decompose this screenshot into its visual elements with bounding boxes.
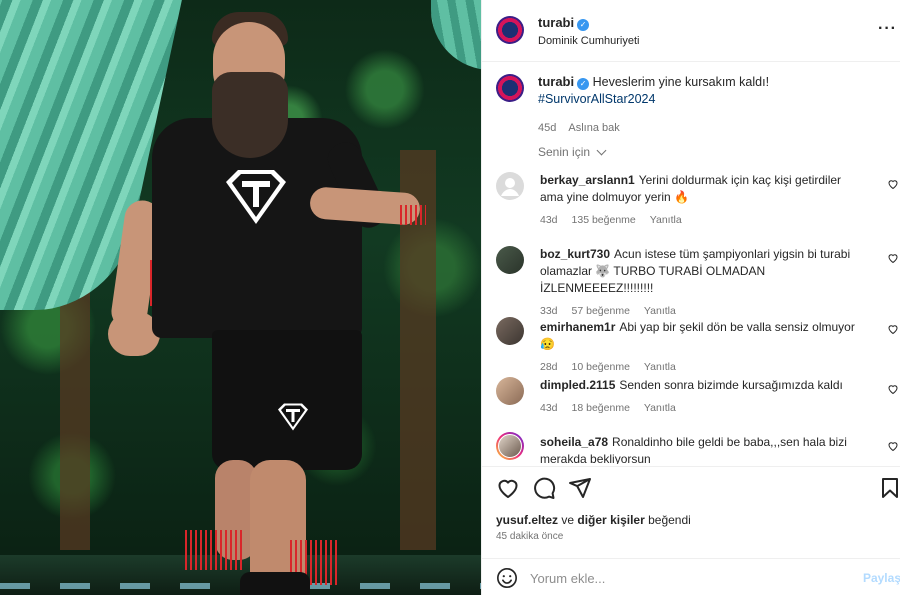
action-bar [496,476,898,500]
chevron-down-icon [596,145,607,156]
red-fringe [185,530,245,570]
liked-by-user[interactable]: yusuf.eltez [496,513,558,527]
liked-by-suffix: beğendi [648,513,691,527]
comment-text: Senden sonra bizimde kursağımızda kaldı [619,378,843,392]
liked-by: yusuf.eltez ve diğer kişiler beğendi [496,513,691,527]
commenter-avatar[interactable] [496,377,524,405]
post-caption: turabi ✓ Heveslerim yine kursakım kaldı! … [538,73,888,137]
comment-body: soheila_a78 Ronaldinho bile geldi be baba… [540,434,865,464]
liked-by-connector: ve [561,513,575,527]
comment-item: soheila_a78 Ronaldinho bile geldi be baba… [482,430,900,464]
comment-username[interactable]: soheila_a78 [540,435,608,449]
comment-time: 28d [540,361,558,373]
author-avatar[interactable] [496,16,524,44]
post-comment-button[interactable]: Paylaş [863,571,900,585]
comment-meta: 43d 135 beğenme Yanıtla [540,212,865,229]
comment-username[interactable]: dimpled.2115 [540,378,615,392]
caption-username[interactable]: turabi [538,74,574,89]
heart-icon[interactable] [887,178,899,190]
caption-time: 45d [538,122,557,134]
comment-body: emirhanem1r Abi yap bir şekil dön be vall… [540,319,865,376]
comment-likes[interactable]: 18 beğenme [572,402,630,414]
default-user-icon [501,178,519,196]
post-location[interactable]: Dominik Cumhuriyeti [538,35,639,47]
comment-body: berkay_arslann1 Yerini doldurmak için kaç… [540,172,865,229]
author-block: turabi ✓ Dominik Cumhuriyeti [538,14,639,47]
caption-meta: 45d Aslına bak [538,120,888,137]
comment-body: boz_kurt730 Acun istese tüm şampiyonlari … [540,246,865,320]
emoji-icon[interactable] [496,567,518,589]
t-logo-icon [226,170,286,224]
person-figure [100,0,440,595]
post-header: turabi ✓ Dominik Cumhuriyeti ··· [482,0,900,62]
person-shorts [212,330,362,470]
heart-icon[interactable] [887,323,899,335]
heart-icon[interactable] [887,383,899,395]
commenter-avatar[interactable] [496,246,524,274]
comment-meta: 33d 57 beğenme Yanıtla [540,303,865,320]
comment-meta: 28d 10 beğenme Yanıtla [540,359,865,376]
post-panel: turabi ✓ Dominik Cumhuriyeti ··· turabi ✓ … [481,0,900,595]
sort-label: Senin için [538,145,591,159]
comment-meta: 43d 18 beğenme Yanıtla [540,400,865,417]
comment-username[interactable]: boz_kurt730 [540,247,610,261]
post-photo[interactable] [0,0,481,595]
verified-badge-icon: ✓ [577,78,590,90]
comment-username[interactable]: berkay_arslann1 [540,173,635,187]
comment-time: 43d [540,402,558,414]
more-horizontal-icon[interactable]: ··· [878,20,897,38]
commenter-avatar[interactable] [496,317,524,345]
liked-by-others[interactable]: diğer kişiler [577,513,644,527]
divider [482,466,900,467]
comment-body: dimpled.2115 Senden sonra bizimde kursağı… [540,377,865,417]
heart-icon[interactable] [496,476,520,500]
red-fringe [400,205,426,225]
commenter-avatar[interactable] [496,432,524,460]
comment-time: 33d [540,305,558,317]
comment-username[interactable]: emirhanem1r [540,320,615,334]
person-sock [240,572,310,595]
comment-time: 43d [540,214,558,226]
see-translation-link[interactable]: Aslına bak [568,122,619,134]
t-logo-icon [278,403,308,431]
send-icon[interactable] [568,476,592,500]
comment-input[interactable] [530,568,830,588]
reply-button[interactable]: Yanıtla [644,402,676,414]
caption-hashtag[interactable]: #SurvivorAllStar2024 [538,92,655,106]
comment-likes[interactable]: 135 beğenme [572,214,636,226]
caption-author-avatar[interactable] [496,74,524,102]
heart-icon[interactable] [887,252,899,264]
reply-button[interactable]: Yanıtla [644,305,676,317]
person-beard [212,72,288,158]
comment-likes[interactable]: 10 beğenme [572,361,630,373]
reply-button[interactable]: Yanıtla [650,214,682,226]
bookmark-icon[interactable] [878,476,900,500]
comment-compose: Paylaş [482,558,900,595]
reply-button[interactable]: Yanıtla [644,361,676,373]
heart-icon[interactable] [887,440,899,452]
comment-icon[interactable] [532,476,556,500]
verified-badge-icon: ✓ [577,19,590,31]
commenter-avatar[interactable] [496,172,524,200]
caption-text: Heveslerim yine kursakım kaldı! [592,75,770,89]
comment-likes[interactable]: 57 beğenme [572,305,630,317]
comment-sort-dropdown[interactable]: Senin için [538,145,607,159]
author-username[interactable]: turabi [538,15,574,30]
post-time[interactable]: 45 dakika önce [496,531,563,542]
